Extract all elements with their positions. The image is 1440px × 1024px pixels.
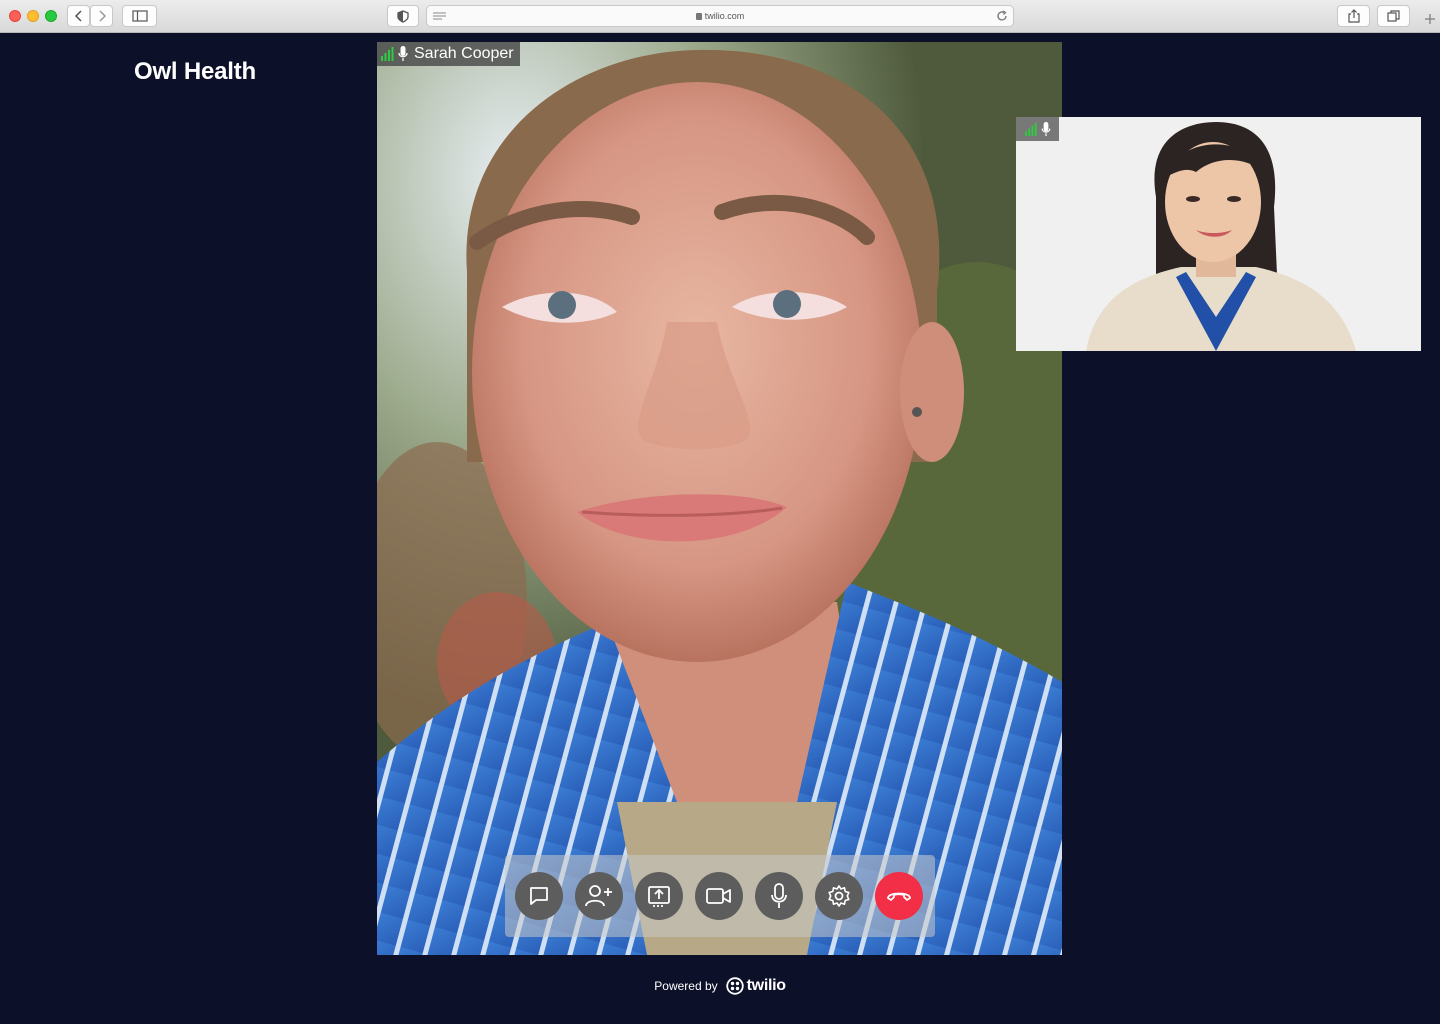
end-call-icon <box>887 892 911 901</box>
add-participant-icon <box>585 885 612 907</box>
microphone-icon <box>398 46 408 61</box>
signal-strength-icon <box>381 47 394 61</box>
powered-by-label: Powered by <box>654 979 718 993</box>
settings-gear-icon <box>828 885 850 907</box>
tabs-icon <box>1387 10 1400 22</box>
back-button[interactable] <box>67 5 90 27</box>
zoom-window-button[interactable] <box>45 10 57 22</box>
brand-title: Owl Health <box>134 58 257 85</box>
chat-icon <box>530 887 548 905</box>
add-participant-button[interactable] <box>575 872 623 920</box>
share-icon <box>1347 9 1360 23</box>
remote-participant-video <box>377 42 1062 955</box>
chevron-right-icon <box>98 10 106 22</box>
shield-icon <box>397 9 409 23</box>
microphone-toggle-button[interactable] <box>755 872 803 920</box>
participant-name-tag: Sarah Cooper <box>377 42 520 66</box>
tab-overview-button[interactable] <box>1377 5 1410 27</box>
signal-strength-icon <box>1024 122 1037 136</box>
browser-toolbar: twilio.com <box>0 0 1440 33</box>
url-display: twilio.com <box>427 11 1013 21</box>
sidebar-icon <box>131 10 148 22</box>
screen-share-button[interactable] <box>635 872 683 920</box>
chevron-left-icon <box>74 10 82 22</box>
lock-icon <box>695 13 702 20</box>
url-text: twilio.com <box>704 11 745 21</box>
twilio-logo: twilio <box>725 977 786 995</box>
minimize-window-button[interactable] <box>27 10 39 22</box>
sidebar-toggle-button[interactable] <box>122 5 157 27</box>
twilio-wordmark: twilio <box>746 977 786 994</box>
participant-name: Sarah Cooper <box>414 45 514 62</box>
local-participant-video <box>1016 117 1421 351</box>
chat-button[interactable] <box>515 872 563 920</box>
forward-button[interactable] <box>90 5 113 27</box>
address-bar[interactable]: twilio.com <box>426 5 1014 27</box>
camera-toggle-button[interactable] <box>695 872 743 920</box>
powered-by-footer: Powered by twilio <box>0 977 1440 995</box>
plus-icon <box>1425 14 1435 24</box>
reload-icon[interactable] <box>996 10 1008 22</box>
new-tab-button[interactable] <box>1418 8 1440 33</box>
privacy-report-button[interactable] <box>387 5 419 27</box>
microphone-icon <box>771 883 787 908</box>
microphone-icon <box>1041 121 1050 136</box>
share-button[interactable] <box>1337 5 1370 27</box>
settings-button[interactable] <box>815 872 863 920</box>
twilio-logo-icon <box>725 977 744 995</box>
main-video-feed: Sarah Cooper <box>377 42 1062 955</box>
close-window-button[interactable] <box>9 10 21 22</box>
self-view-status-tag <box>1016 117 1059 141</box>
end-call-button[interactable] <box>875 872 923 920</box>
self-view-video <box>1016 117 1421 351</box>
call-control-bar <box>505 855 935 937</box>
screen-share-icon <box>648 886 670 907</box>
camera-icon <box>706 888 731 904</box>
